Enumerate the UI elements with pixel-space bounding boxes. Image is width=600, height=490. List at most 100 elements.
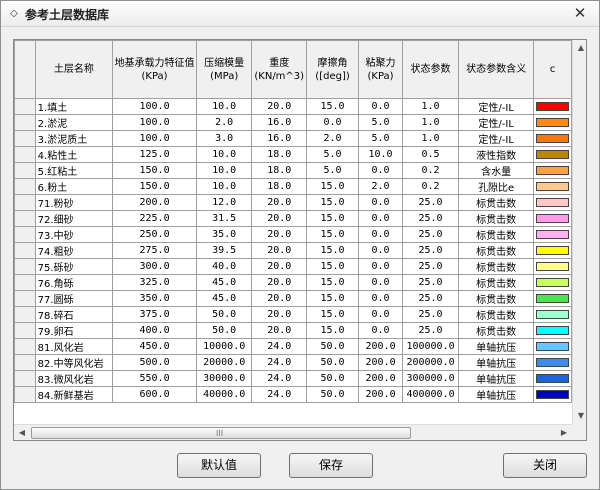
cell-weight[interactable]: 24.0 [251, 338, 308, 355]
cell-cohesion[interactable]: 0.0 [357, 258, 404, 275]
cell-color[interactable] [533, 226, 572, 243]
cell-name[interactable]: 72.细砂 [34, 210, 114, 227]
cell-weight[interactable]: 20.0 [251, 306, 308, 323]
row-header[interactable] [14, 242, 36, 259]
col-header-color[interactable]: c [533, 40, 572, 99]
table-row[interactable]: 78.碎石 375.0 50.0 20.0 15.0 0.0 25.0 标贯击数 [14, 306, 572, 323]
row-header[interactable] [14, 274, 36, 291]
cell-modulus[interactable]: 40.0 [196, 258, 253, 275]
cell-friction[interactable]: 15.0 [306, 210, 359, 227]
default-values-button[interactable]: 默认值 [177, 453, 261, 478]
cell-friction[interactable]: 15.0 [306, 322, 359, 339]
col-header-friction[interactable]: 摩擦角 ([deg]) [306, 40, 359, 99]
cell-bearing[interactable]: 100.0 [112, 130, 198, 147]
cell-bearing[interactable]: 400.0 [112, 322, 198, 339]
vertical-scrollbar[interactable]: ▲ ▼ [572, 40, 586, 424]
cell-meaning[interactable]: 标贯击数 [457, 210, 535, 227]
col-header-meaning[interactable]: 状态参数含义 [457, 40, 535, 99]
cell-cohesion[interactable]: 5.0 [357, 114, 404, 131]
table-row[interactable]: 79.卵石 400.0 50.0 20.0 15.0 0.0 25.0 标贯击数 [14, 322, 572, 339]
cell-meaning[interactable]: 标贯击数 [457, 322, 535, 339]
cell-color[interactable] [533, 290, 572, 307]
cell-cohesion[interactable]: 0.0 [357, 274, 404, 291]
cell-cohesion[interactable]: 200.0 [357, 386, 404, 403]
cell-state[interactable]: 25.0 [402, 322, 459, 339]
row-header[interactable] [14, 290, 36, 307]
cell-name[interactable]: 78.碎石 [34, 306, 114, 323]
cell-state[interactable]: 0.2 [402, 178, 459, 195]
table-row[interactable]: 2.淤泥 100.0 2.0 16.0 0.0 5.0 1.0 定性/-IL [14, 114, 572, 131]
cell-name[interactable]: 1.填土 [34, 98, 114, 115]
close-button[interactable]: 关闭 [503, 453, 587, 478]
table-row[interactable]: 72.细砂 225.0 31.5 20.0 15.0 0.0 25.0 标贯击数 [14, 210, 572, 227]
cell-state[interactable]: 25.0 [402, 242, 459, 259]
cell-name[interactable]: 5.红粘土 [34, 162, 114, 179]
title-bar[interactable]: ◇ 参考土层数据库 ✕ [1, 1, 599, 27]
cell-meaning[interactable]: 单轴抗压 [457, 370, 535, 387]
cell-cohesion[interactable]: 200.0 [357, 354, 404, 371]
cell-meaning[interactable]: 标贯击数 [457, 258, 535, 275]
cell-name[interactable]: 83.微风化岩 [34, 370, 114, 387]
col-header-modulus[interactable]: 压缩模量 (MPa) [196, 40, 253, 99]
cell-modulus[interactable]: 12.0 [196, 194, 253, 211]
cell-state[interactable]: 25.0 [402, 226, 459, 243]
cell-meaning[interactable]: 标贯击数 [457, 226, 535, 243]
cell-color[interactable] [533, 242, 572, 259]
cell-color[interactable] [533, 146, 572, 163]
cell-bearing[interactable]: 150.0 [112, 178, 198, 195]
cell-meaning[interactable]: 液性指数 [457, 146, 535, 163]
cell-meaning[interactable]: 定性/-IL [457, 130, 535, 147]
cell-weight[interactable]: 20.0 [251, 322, 308, 339]
cell-color[interactable] [533, 306, 572, 323]
scroll-right-icon[interactable]: ▶ [556, 425, 572, 440]
cell-bearing[interactable]: 500.0 [112, 354, 198, 371]
cell-name[interactable]: 6.粉土 [34, 178, 114, 195]
cell-modulus[interactable]: 50.0 [196, 306, 253, 323]
col-header-state[interactable]: 状态参数 [402, 40, 459, 99]
cell-weight[interactable]: 20.0 [251, 210, 308, 227]
cell-modulus[interactable]: 10.0 [196, 162, 253, 179]
cell-name[interactable]: 84.新鲜基岩 [34, 386, 114, 403]
row-header[interactable] [14, 162, 36, 179]
cell-state[interactable]: 0.2 [402, 162, 459, 179]
cell-state[interactable]: 0.5 [402, 146, 459, 163]
row-header[interactable] [14, 210, 36, 227]
cell-state[interactable]: 25.0 [402, 274, 459, 291]
cell-color[interactable] [533, 210, 572, 227]
cell-cohesion[interactable]: 0.0 [357, 306, 404, 323]
cell-meaning[interactable]: 标贯击数 [457, 242, 535, 259]
cell-weight[interactable]: 16.0 [251, 114, 308, 131]
cell-color[interactable] [533, 130, 572, 147]
cell-bearing[interactable]: 375.0 [112, 306, 198, 323]
cell-friction[interactable]: 15.0 [306, 226, 359, 243]
cell-state[interactable]: 100000.0 [402, 338, 459, 355]
cell-bearing[interactable]: 200.0 [112, 194, 198, 211]
cell-friction[interactable]: 50.0 [306, 338, 359, 355]
cell-modulus[interactable]: 10.0 [196, 98, 253, 115]
cell-friction[interactable]: 2.0 [306, 130, 359, 147]
cell-name[interactable]: 81.风化岩 [34, 338, 114, 355]
cell-weight[interactable]: 20.0 [251, 290, 308, 307]
table-row[interactable]: 76.角砾 325.0 45.0 20.0 15.0 0.0 25.0 标贯击数 [14, 274, 572, 291]
table-row[interactable]: 82.中等风化岩 500.0 20000.0 24.0 50.0 200.0 200000.… [14, 354, 572, 371]
cell-color[interactable] [533, 338, 572, 355]
cell-meaning[interactable]: 标贯击数 [457, 306, 535, 323]
cell-bearing[interactable]: 600.0 [112, 386, 198, 403]
cell-color[interactable] [533, 274, 572, 291]
row-header[interactable] [14, 226, 36, 243]
cell-bearing[interactable]: 550.0 [112, 370, 198, 387]
cell-friction[interactable]: 15.0 [306, 178, 359, 195]
cell-cohesion[interactable]: 0.0 [357, 290, 404, 307]
row-header[interactable] [14, 146, 36, 163]
row-header[interactable] [14, 322, 36, 339]
cell-weight[interactable]: 20.0 [251, 194, 308, 211]
cell-modulus[interactable]: 30000.0 [196, 370, 253, 387]
cell-color[interactable] [533, 370, 572, 387]
cell-friction[interactable]: 15.0 [306, 258, 359, 275]
cell-color[interactable] [533, 386, 572, 403]
table-row[interactable]: 6.粉土 150.0 10.0 18.0 15.0 2.0 0.2 孔隙比e [14, 178, 572, 195]
cell-cohesion[interactable]: 0.0 [357, 194, 404, 211]
cell-weight[interactable]: 20.0 [251, 226, 308, 243]
cell-name[interactable]: 75.砾砂 [34, 258, 114, 275]
cell-meaning[interactable]: 单轴抗压 [457, 354, 535, 371]
